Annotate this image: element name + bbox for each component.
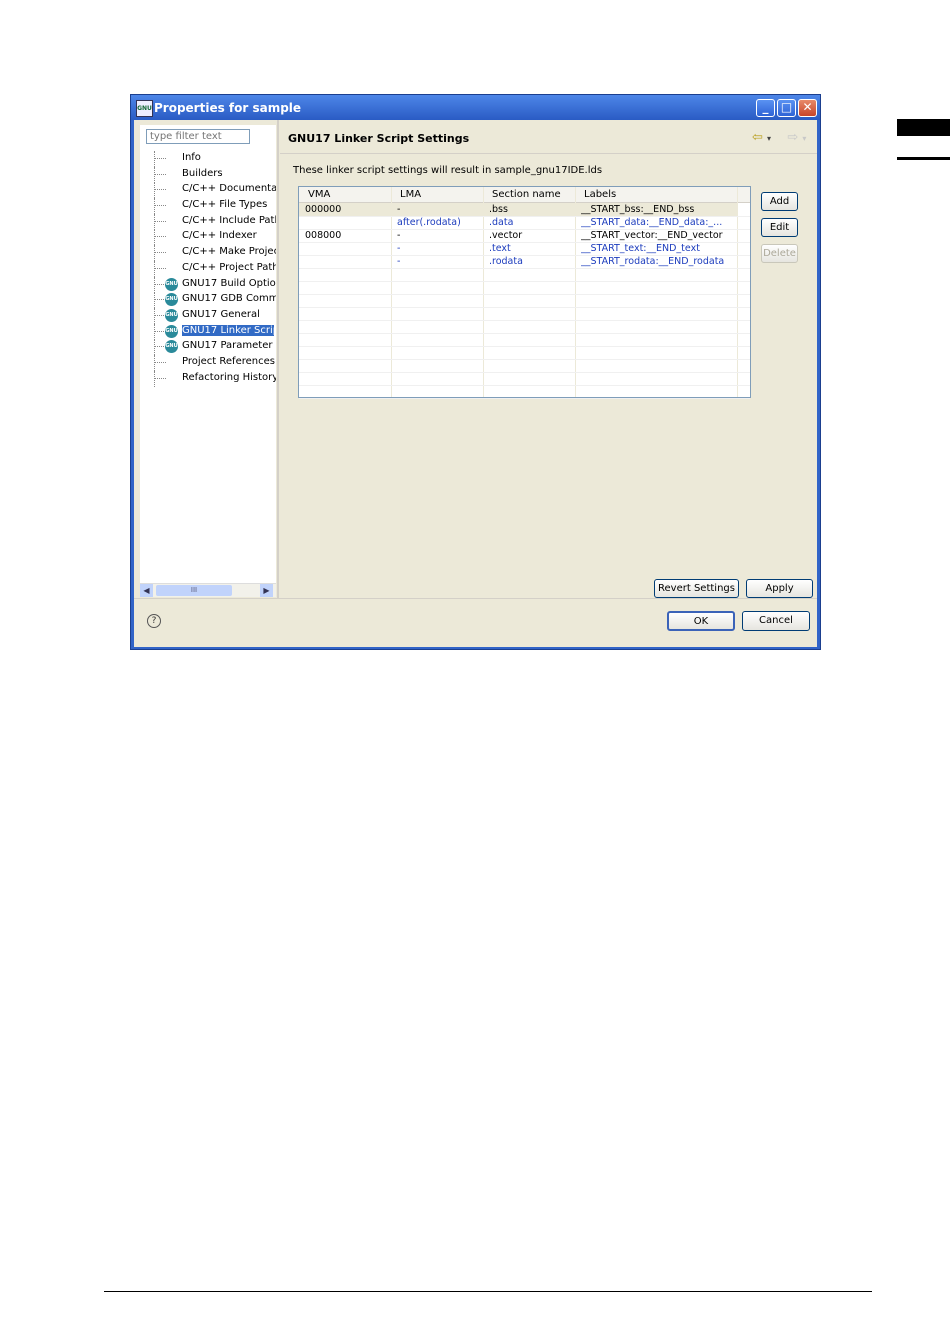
tree-item-label: C/C++ Documentatic bbox=[182, 183, 276, 195]
tree-item-label: Refactoring History bbox=[182, 371, 276, 383]
gnu-icon: GNU bbox=[165, 340, 178, 354]
column-header-labels[interactable]: Labels bbox=[584, 189, 616, 200]
properties-dialog: GNU Properties for sample _ □ ✕ Info Buil… bbox=[130, 94, 821, 650]
table-cell-section: .data bbox=[489, 217, 514, 228]
table-row[interactable]: - .text __START_text:__END_text bbox=[299, 242, 738, 255]
page-edge-tab bbox=[897, 119, 950, 136]
table-cell-labels: __START_text:__END_text bbox=[581, 243, 700, 254]
history-navigation: ⇦ ▾ ⇨ ▾ bbox=[752, 130, 807, 145]
table-cell-section: .vector bbox=[489, 230, 523, 241]
title-separator bbox=[280, 153, 817, 154]
table-header: VMA LMA Section name Labels bbox=[299, 187, 750, 203]
gnu-icon: GNU bbox=[165, 277, 178, 291]
tree-item[interactable]: C/C++ Indexer bbox=[140, 229, 276, 246]
close-button[interactable]: ✕ bbox=[798, 99, 817, 117]
info-text: These linker script settings will result… bbox=[293, 165, 603, 176]
gnu-icon: GNU bbox=[165, 293, 178, 307]
table-cell-vma: 008000 bbox=[305, 230, 342, 241]
tree-item-label: Project References bbox=[182, 355, 275, 367]
dialog-client-area: Info Builders C/C++ Documentatic C/C++ File… bbox=[134, 120, 817, 647]
table-cell-lma: - bbox=[397, 256, 401, 267]
button-bar-separator bbox=[134, 598, 817, 599]
minimize-button[interactable]: _ bbox=[756, 99, 775, 117]
tree-item-label: GNU17 Linker Script S bbox=[182, 324, 274, 336]
title-bar[interactable]: GNU Properties for sample _ □ ✕ bbox=[131, 95, 820, 120]
table-cell-labels: __START_rodata:__END_rodata bbox=[581, 256, 725, 267]
table-row[interactable]: 000000 - .bss __START_bss:__END_bss bbox=[299, 203, 738, 216]
tree-item[interactable]: GNU GNU17 Linker Script S bbox=[140, 323, 276, 340]
table-cell-vma: 000000 bbox=[305, 204, 342, 215]
window-title: Properties for sample bbox=[154, 101, 302, 115]
pane-splitter[interactable] bbox=[277, 120, 279, 598]
table-cell-lma: - bbox=[397, 230, 401, 241]
tree-item[interactable]: C/C++ File Types bbox=[140, 198, 276, 215]
tree-item[interactable]: C/C++ Documentatic bbox=[140, 182, 276, 199]
table-cell-lma: - bbox=[397, 204, 401, 215]
gnu-icon: GNU bbox=[165, 308, 178, 322]
tree-item[interactable]: GNU GNU17 Build Options bbox=[140, 276, 276, 293]
tree-item[interactable]: Info bbox=[140, 151, 276, 167]
column-header-vma[interactable]: VMA bbox=[308, 189, 330, 200]
table-cell-section: .text bbox=[489, 243, 511, 254]
table-cell-section: .bss bbox=[489, 204, 508, 215]
cancel-button[interactable]: Cancel bbox=[742, 611, 810, 631]
column-header-section-name[interactable]: Section name bbox=[492, 189, 561, 200]
scroll-thumb[interactable]: III bbox=[156, 585, 232, 596]
tree-item-label: C/C++ Project Paths bbox=[182, 261, 276, 273]
apply-button[interactable]: Apply bbox=[746, 579, 813, 598]
page-title: GNU17 Linker Script Settings bbox=[288, 132, 470, 145]
table-row[interactable]: 008000 - .vector __START_vector:__END_vecto… bbox=[299, 229, 738, 242]
gnu-app-icon: GNU bbox=[136, 100, 153, 117]
filter-input[interactable] bbox=[146, 129, 250, 144]
tree-item-label: C/C++ File Types bbox=[182, 199, 268, 211]
property-tree-pane: Info Builders C/C++ Documentatic C/C++ File… bbox=[140, 125, 276, 595]
tree-item-label: C/C++ Make Project bbox=[182, 246, 276, 258]
table-row[interactable]: - .rodata __START_rodata:__END_rodata bbox=[299, 255, 738, 268]
add-button[interactable]: Add bbox=[761, 192, 798, 211]
tree-item-label: GNU17 GDB Comman bbox=[182, 293, 276, 305]
table-cell-lma: after(.rodata) bbox=[397, 217, 461, 228]
tree-item[interactable]: Refactoring History bbox=[140, 370, 276, 387]
tree-item[interactable]: C/C++ Make Project bbox=[140, 245, 276, 262]
tree-item-label: Builders bbox=[182, 167, 223, 179]
edit-button[interactable]: Edit bbox=[761, 218, 798, 237]
table-cell-labels: __START_data:__END_data:_... bbox=[581, 217, 723, 228]
tree-item[interactable]: C/C++ Include Paths bbox=[140, 213, 276, 230]
scroll-right-icon[interactable]: ▶ bbox=[260, 584, 273, 597]
delete-button[interactable]: Delete bbox=[761, 244, 798, 263]
tree-horizontal-scrollbar[interactable]: ◀ III ▶ bbox=[140, 583, 276, 597]
page-edge-rule bbox=[897, 157, 950, 160]
tree-item-label: GNU17 Build Options bbox=[182, 277, 276, 289]
tree-item[interactable]: GNU GNU17 Parameter Se bbox=[140, 339, 276, 356]
revert-settings-button[interactable]: Revert Settings bbox=[654, 579, 739, 598]
tree-item[interactable]: GNU GNU17 General bbox=[140, 307, 276, 324]
back-arrow-icon[interactable]: ⇦ bbox=[752, 130, 763, 145]
table-cell-lma: - bbox=[397, 243, 401, 254]
scroll-left-icon[interactable]: ◀ bbox=[140, 584, 153, 597]
table-cell-labels: __START_vector:__END_vector bbox=[581, 230, 723, 241]
tree-item[interactable]: GNU GNU17 GDB Comman bbox=[140, 292, 276, 309]
property-tree: Info Builders C/C++ Documentatic C/C++ File… bbox=[140, 151, 276, 387]
gnu-icon: GNU bbox=[165, 324, 178, 338]
tree-item-label: Info bbox=[182, 152, 201, 163]
table-cell-labels: __START_bss:__END_bss bbox=[581, 204, 695, 215]
tree-item-label: C/C++ Indexer bbox=[182, 230, 257, 242]
linker-sections-table[interactable]: VMA LMA Section name Labels 000000 - .bss _… bbox=[298, 186, 751, 399]
table-cell-section: .rodata bbox=[489, 256, 523, 267]
help-icon[interactable]: ? bbox=[147, 614, 161, 628]
tree-item[interactable]: C/C++ Project Paths bbox=[140, 260, 276, 277]
column-header-lma[interactable]: LMA bbox=[400, 189, 421, 200]
page-footer-rule bbox=[104, 1291, 872, 1292]
tree-item-label: C/C++ Include Paths bbox=[182, 214, 276, 226]
ok-button[interactable]: OK bbox=[667, 611, 735, 631]
tree-item[interactable]: Builders bbox=[140, 166, 276, 183]
forward-arrow-icon[interactable]: ⇨ bbox=[787, 130, 798, 145]
tree-item[interactable]: Project References bbox=[140, 354, 276, 371]
tree-item-label: GNU17 General bbox=[182, 308, 260, 320]
property-page: GNU17 Linker Script Settings ⇦ ▾ ⇨ ▾ The… bbox=[280, 120, 817, 598]
tree-item-label: GNU17 Parameter Se bbox=[182, 340, 276, 352]
table-row[interactable]: after(.rodata) .data __START_data:__END_da… bbox=[299, 216, 738, 229]
maximize-button[interactable]: □ bbox=[777, 99, 796, 117]
